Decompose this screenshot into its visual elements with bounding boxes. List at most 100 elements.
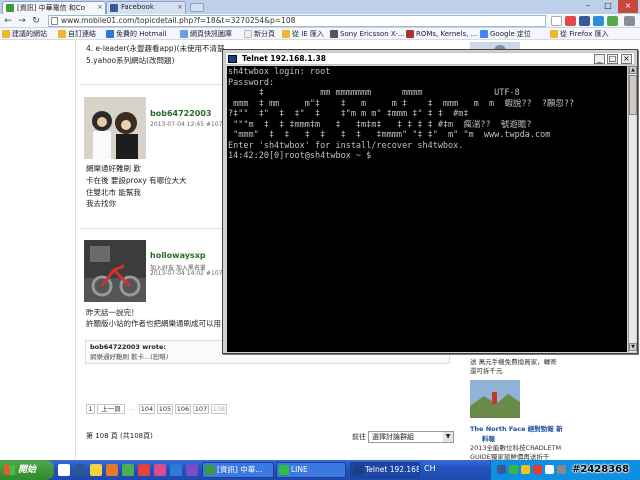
forward-icon[interactable]: →	[16, 15, 28, 27]
tray-icon[interactable]	[497, 465, 506, 474]
bookmark-item[interactable]: 網頁快訊圖庫	[180, 29, 232, 39]
bookmark-item[interactable]: Google 定位	[480, 29, 531, 39]
bookmark-item[interactable]: 自訂連結	[58, 29, 96, 39]
close-window-icon[interactable]: ×	[618, 0, 638, 13]
sidebar-ad-link[interactable]: 料報	[482, 433, 495, 443]
bookmark-item[interactable]: 新分頁	[244, 29, 275, 39]
terminal-line: "mmm" ‡ ‡ ‡ ‡ ‡ ‡ ‡mmmm" "‡ ‡" m" "m www…	[228, 130, 551, 140]
taskbar-task-telnet[interactable]: Telnet 192.168...	[350, 462, 420, 478]
word-icon[interactable]	[74, 464, 86, 476]
scroll-down-icon[interactable]: ▼	[629, 343, 637, 351]
page-link[interactable]: 107	[193, 404, 209, 414]
folder-icon	[58, 30, 66, 38]
url-text: www.mobile01.com/topicdetail.php?f=18&t=…	[61, 16, 296, 25]
page-link[interactable]: 106	[175, 404, 191, 414]
user-avatar[interactable]	[84, 97, 146, 159]
bookmark-item[interactable]: ROMs, Kernels, ...	[406, 29, 477, 39]
page-icon	[51, 17, 58, 25]
extension-icon[interactable]	[593, 16, 604, 26]
app-icon[interactable]	[154, 464, 166, 476]
folder-icon	[550, 30, 558, 38]
bookmark-item[interactable]: 從 Firefox 匯入	[550, 29, 609, 39]
ie-icon[interactable]	[170, 464, 182, 476]
sidebar-ad-text[interactable]: 送 萬元手機免費換買家，轉寄	[470, 358, 557, 367]
sidebar-ad-link[interactable]: The North Face 絕對勁報 新	[470, 423, 563, 433]
tray-icon[interactable]	[533, 465, 542, 474]
language-indicator[interactable]: CH	[424, 464, 436, 473]
terminal-icon	[353, 465, 363, 475]
page-link[interactable]: 1	[86, 404, 95, 414]
terminal-screen[interactable]: sh4twbox login: root Password: ‡ mm mmmm…	[227, 66, 627, 352]
back-icon[interactable]: ←	[2, 15, 14, 27]
sidebar-ad-image[interactable]	[470, 380, 520, 418]
minimize-icon[interactable]: _	[594, 54, 605, 64]
tab-mobile01[interactable]: [資訊] 中華電信 和Co ×	[2, 1, 106, 14]
terminal-icon	[228, 55, 237, 63]
page-link[interactable]: 104	[139, 404, 155, 414]
tray-icon[interactable]	[521, 465, 530, 474]
tab-label: Facebook	[121, 3, 154, 11]
new-tab-button[interactable]	[190, 3, 204, 12]
scroll-up-icon[interactable]: ▲	[629, 66, 637, 74]
bookmark-icon	[180, 30, 188, 38]
bookmark-item[interactable]: 從 IE 匯入	[282, 29, 324, 39]
bookmark-item[interactable]: 免費的 Hotmail	[106, 29, 167, 39]
column-divider	[75, 40, 76, 460]
start-label: 開始	[18, 465, 37, 475]
telnet-title: Telnet 192.168.1.38	[242, 54, 326, 63]
terminal-scrollbar[interactable]: ▲ ▼	[628, 66, 637, 352]
terminal-line: """m ‡ ‡ ‡mmm‡m ‡ ‡m‡m‡ ‡ ‡ ‡ ‡ #‡m 瘋湍??…	[228, 119, 532, 130]
close-icon[interactable]: ×	[97, 3, 103, 11]
firefox-icon[interactable]	[106, 464, 118, 476]
page-link[interactable]: 105	[157, 404, 173, 414]
wrench-menu-icon[interactable]	[624, 16, 635, 26]
post-text-line: 住雙北市 能幫我	[86, 188, 141, 197]
reload-icon[interactable]: ↻	[30, 15, 42, 27]
telnet-title-bar[interactable]: Telnet 192.168.1.38 _ □ ×	[225, 52, 635, 65]
taskbar-task-line[interactable]: LINE	[276, 462, 346, 478]
facebook-extension-icon[interactable]	[579, 16, 590, 26]
app-icon[interactable]	[138, 464, 150, 476]
terminal-line: Password:	[228, 77, 275, 88]
sidebar-ad-text[interactable]: 2013全能數位科技CRADLETM	[470, 444, 561, 453]
sidebar-ad-text[interactable]: 還可拆千元	[470, 367, 503, 376]
word-icon[interactable]	[58, 464, 70, 476]
forum-group-select[interactable]: 選擇討論群組 ▼	[368, 431, 454, 443]
maximize-icon[interactable]: □	[598, 0, 618, 13]
bookmark-item[interactable]: 建議的網站	[2, 29, 47, 39]
start-button[interactable]: 開始	[0, 460, 54, 480]
star-icon[interactable]	[551, 16, 562, 26]
windows-taskbar: 開始 [資訊] 中華... LINE Telnet 192.168... CH	[0, 460, 640, 480]
bookmark-item[interactable]: Sony Ericsson X-...	[330, 29, 405, 39]
tray-icon[interactable]	[545, 465, 554, 474]
post-timestamp: 2013-07-04 12:45 #1072	[150, 121, 227, 128]
bookmark-icon	[2, 30, 10, 38]
url-input[interactable]: www.mobile01.com/topicdetail.php?f=18&t=…	[48, 15, 546, 27]
bookmarks-bar: 建議的網站 自訂連結 免費的 Hotmail 網頁快訊圖庫 新分頁 從 IE 匯…	[0, 28, 640, 40]
tab-facebook[interactable]: Facebook ×	[106, 1, 186, 14]
maximize-icon[interactable]: □	[607, 54, 618, 64]
extension-icon[interactable]	[607, 16, 618, 26]
close-icon[interactable]: ×	[177, 3, 183, 11]
chrome-icon[interactable]	[122, 464, 134, 476]
browser-tab-bar: [資訊] 中華電信 和Co × Facebook × – □ ×	[0, 0, 640, 14]
post-text-line: 4. e-leader(永豐趣看app)(未使用不清楚	[86, 44, 225, 53]
minimize-icon[interactable]: –	[578, 0, 598, 13]
close-icon[interactable]: ×	[621, 54, 632, 64]
taskbar-task-browser[interactable]: [資訊] 中華...	[202, 462, 274, 478]
username[interactable]: bob64722003	[150, 109, 211, 118]
app-icon[interactable]	[186, 464, 198, 476]
browser-icon	[205, 465, 215, 475]
user-avatar[interactable]	[84, 240, 146, 302]
tray-icon[interactable]	[509, 465, 518, 474]
scroll-thumb[interactable]	[629, 75, 637, 115]
username[interactable]: hollowaysxp	[150, 251, 206, 260]
telnet-window[interactable]: Telnet 192.168.1.38 _ □ × sh4twbox login…	[222, 49, 638, 354]
extension-icon[interactable]	[565, 16, 576, 26]
post-text-line: 許願版小站的作者也把網樂通刷成可以用	[86, 319, 221, 328]
post-text-line: 卡在後 要設proxy 有哪位大大	[86, 176, 187, 185]
volume-icon[interactable]	[557, 465, 566, 474]
terminal-line: sh4twbox login: root	[228, 67, 331, 77]
prev-page-button[interactable]: 上一頁	[97, 404, 125, 414]
folder-icon[interactable]	[90, 464, 102, 476]
